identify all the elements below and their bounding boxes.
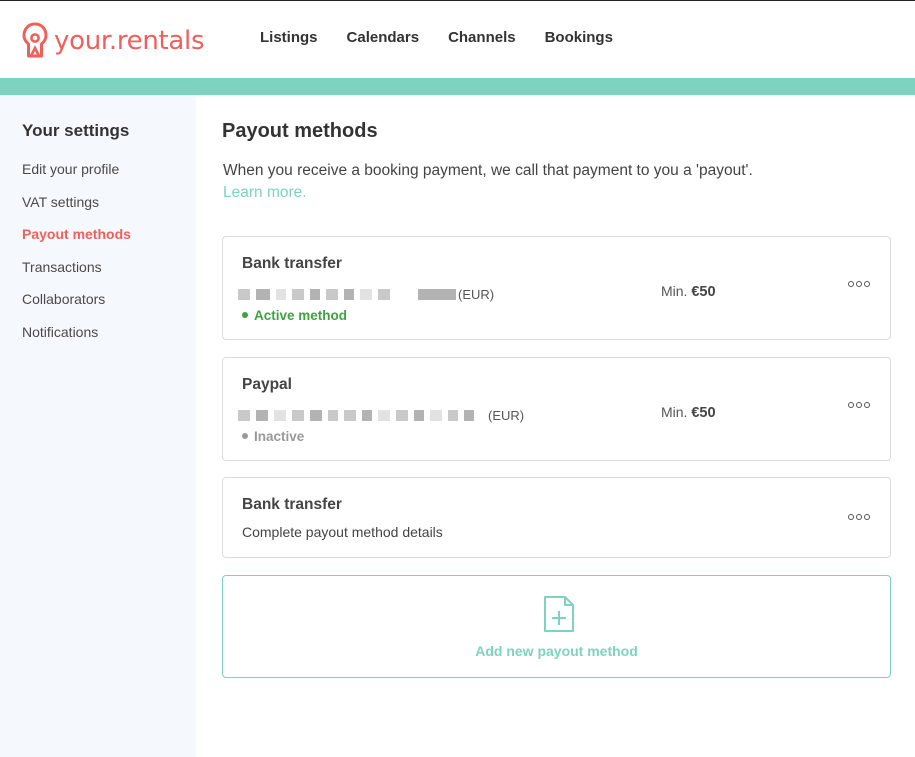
payout-method-card: Paypal (EUR) Min. €50 Inactive bbox=[222, 357, 891, 461]
nav-listings[interactable]: Listings bbox=[260, 29, 318, 46]
brand-logo[interactable]: your.rentals bbox=[22, 21, 205, 61]
sidebar-item-notifications[interactable]: Notifications bbox=[22, 324, 131, 357]
status-badge: Inactive bbox=[242, 429, 304, 444]
more-dots-icon[interactable] bbox=[848, 281, 870, 287]
status-dot-icon bbox=[242, 312, 248, 319]
payout-method-card: Bank transfer Complete payout method det… bbox=[222, 477, 891, 558]
sidebar-item-transactions[interactable]: Transactions bbox=[22, 259, 131, 292]
nav-calendars[interactable]: Calendars bbox=[347, 29, 420, 46]
nav-bookings[interactable]: Bookings bbox=[545, 29, 613, 46]
status-badge: Active method bbox=[242, 308, 347, 323]
min-label: Min. bbox=[661, 404, 688, 420]
intro-text: When you receive a booking payment, we c… bbox=[223, 162, 753, 179]
learn-more-link[interactable]: Learn more. bbox=[223, 184, 307, 202]
settings-sidebar: Your settings Edit your profile VAT sett… bbox=[0, 95, 196, 757]
sidebar-item-payout-methods[interactable]: Payout methods bbox=[22, 226, 131, 259]
accent-stripe bbox=[0, 78, 915, 95]
sidebar-item-edit-profile[interactable]: Edit your profile bbox=[22, 161, 131, 194]
status-dot-icon bbox=[242, 433, 248, 440]
min-value: €50 bbox=[691, 405, 716, 421]
method-subtitle: Complete payout method details bbox=[242, 524, 443, 540]
nav-channels[interactable]: Channels bbox=[448, 29, 516, 46]
masked-account-number: (EUR) bbox=[238, 408, 524, 423]
sidebar-item-vat-settings[interactable]: VAT settings bbox=[22, 194, 131, 227]
method-title: Paypal bbox=[242, 376, 292, 393]
more-dots-icon[interactable] bbox=[848, 402, 870, 408]
more-dots-icon[interactable] bbox=[848, 514, 870, 520]
min-label: Min. bbox=[661, 283, 688, 299]
method-title: Bank transfer bbox=[242, 255, 342, 272]
status-text: Inactive bbox=[254, 429, 305, 444]
masked-account-number: (EUR) bbox=[238, 287, 494, 302]
payout-method-card: Bank transfer (EUR) Min. €50 Active meth… bbox=[222, 236, 891, 340]
min-payout: Min. €50 bbox=[661, 283, 716, 300]
brand-name: your.rentals bbox=[54, 26, 205, 56]
sidebar-title: Your settings bbox=[22, 121, 130, 140]
main-nav: Listings Calendars Channels Bookings bbox=[260, 29, 613, 46]
min-value: €50 bbox=[691, 284, 716, 300]
logo-pin-icon bbox=[22, 22, 48, 58]
status-text: Active method bbox=[254, 308, 348, 323]
method-currency: (EUR) bbox=[458, 287, 495, 302]
page-title: Payout methods bbox=[222, 120, 378, 142]
add-payout-method-button[interactable]: Add new payout method bbox=[222, 575, 891, 678]
sidebar-menu: Edit your profile VAT settings Payout me… bbox=[22, 161, 131, 357]
add-file-icon bbox=[544, 596, 574, 632]
sidebar-item-collaborators[interactable]: Collaborators bbox=[22, 291, 131, 324]
min-payout: Min. €50 bbox=[661, 404, 716, 421]
method-currency: (EUR) bbox=[488, 408, 525, 423]
method-title: Bank transfer bbox=[242, 496, 342, 513]
add-payout-method-label: Add new payout method bbox=[475, 643, 638, 659]
top-bar: your.rentals Listings Calendars Channels… bbox=[0, 0, 915, 78]
